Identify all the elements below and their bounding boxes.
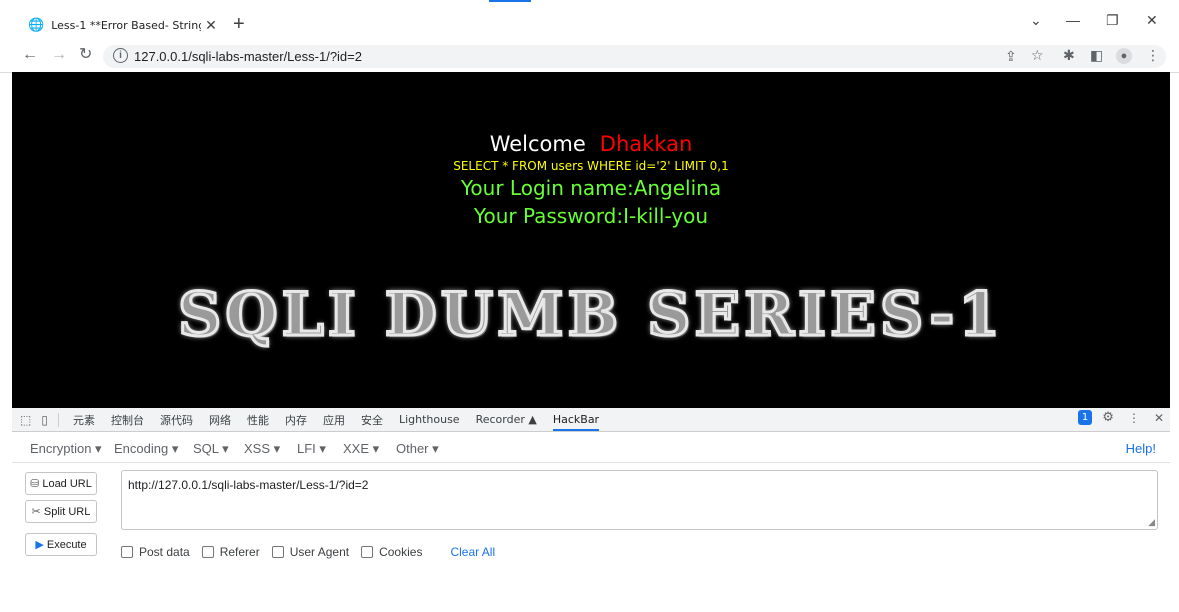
devtools-more-icon[interactable]: ⋮ xyxy=(1128,411,1140,425)
forward-icon[interactable]: → xyxy=(51,47,67,63)
browser-toolbar: ← → ↻ i 127.0.0.1/sqli-labs-master/Less-… xyxy=(0,40,1179,73)
tab-application[interactable]: 应用 xyxy=(323,412,345,428)
login-name: Your Login name:Angelina xyxy=(460,176,722,200)
devtools-close-icon[interactable]: ✕ xyxy=(1154,411,1164,425)
devtools-tabbar: ⬚ ▯ 元素 控制台 源代码 网络 性能 内存 应用 安全 Lighthouse… xyxy=(12,408,1170,432)
post-data-checkbox[interactable] xyxy=(121,546,133,558)
tab-title: Less-1 **Error Based- String** xyxy=(51,18,201,32)
execute-label: Execute xyxy=(46,538,87,551)
welcome-text: Welcome xyxy=(489,132,586,156)
reload-icon[interactable]: ↻ xyxy=(79,47,92,63)
hackbar-options: Post data Referer User Agent Cookies Cle… xyxy=(121,545,495,559)
inspect-element-icon[interactable]: ⬚ xyxy=(20,413,31,427)
execute-button[interactable]: ▶ Execute xyxy=(25,533,97,556)
clear-all-link[interactable]: Clear All xyxy=(450,545,495,559)
sql-query: SELECT * FROM users WHERE id='2' LIMIT 0… xyxy=(453,159,729,173)
referer-label: Referer xyxy=(219,545,260,559)
side-panel-icon[interactable]: ◧ xyxy=(1090,47,1103,64)
load-icon: ⛁ xyxy=(30,478,40,490)
tab-memory[interactable]: 内存 xyxy=(285,412,307,428)
menu-xxe[interactable]: XXE ▾ xyxy=(343,441,379,457)
cookies-label: Cookies xyxy=(379,545,423,559)
load-url-button[interactable]: ⛁ Load URL xyxy=(25,472,97,495)
hackbar-menu: Encryption ▾ Encoding ▾ SQL ▾ XSS ▾ LFI … xyxy=(12,432,1170,463)
welcome-line: Welcome Dhakkan xyxy=(12,132,1170,156)
page-content: Welcome Dhakkan SELECT * FROM users WHERE… xyxy=(12,72,1170,408)
address-url[interactable]: 127.0.0.1/sqli-labs-master/Less-1/?id=2 xyxy=(134,49,362,64)
extensions-icon[interactable]: ✱ xyxy=(1063,47,1075,64)
url-textarea-value[interactable]: http://127.0.0.1/sqli-labs-master/Less-1… xyxy=(128,478,368,492)
divider xyxy=(57,412,59,427)
tab-elements[interactable]: 元素 xyxy=(73,412,95,428)
loading-indicator xyxy=(489,0,531,2)
info-icon[interactable]: i xyxy=(113,48,128,63)
new-tab-button[interactable]: + xyxy=(233,14,245,34)
user-agent-option[interactable]: User Agent xyxy=(271,545,350,559)
window-close-icon[interactable]: ✕ xyxy=(1146,12,1158,29)
tab-recorder[interactable]: Recorder ▲ xyxy=(476,413,537,426)
address-bar[interactable]: i 127.0.0.1/sqli-labs-master/Less-1/?id=… xyxy=(103,45,1166,68)
scissors-icon: ✂ xyxy=(31,506,41,518)
restore-icon[interactable]: ❐ xyxy=(1106,12,1119,29)
globe-icon: 🌐 xyxy=(28,17,45,32)
more-menu-icon[interactable]: ⋮ xyxy=(1146,47,1160,64)
referer-option[interactable]: Referer xyxy=(201,545,260,559)
load-url-label: Load URL xyxy=(42,477,92,490)
close-tab-icon[interactable]: ✕ xyxy=(201,17,221,34)
tab-lighthouse[interactable]: Lighthouse xyxy=(399,413,460,426)
resize-handle-icon[interactable]: ◢ xyxy=(1148,517,1155,528)
play-icon: ▶ xyxy=(35,539,44,551)
menu-encoding[interactable]: Encoding ▾ xyxy=(114,441,178,457)
tab-search-icon[interactable]: ⌄ xyxy=(1030,12,1042,29)
cookies-option[interactable]: Cookies xyxy=(361,545,422,559)
profile-avatar-icon[interactable]: ● xyxy=(1116,48,1132,64)
browser-tab[interactable]: 🌐 Less-1 **Error Based- String** ✕ xyxy=(12,10,225,40)
back-icon[interactable]: ← xyxy=(22,47,38,63)
referer-checkbox[interactable] xyxy=(201,546,214,558)
menu-xss[interactable]: XSS ▾ xyxy=(244,441,280,457)
bookmark-star-icon[interactable]: ☆ xyxy=(1031,47,1044,64)
user-agent-checkbox[interactable] xyxy=(271,546,284,558)
menu-sql[interactable]: SQL ▾ xyxy=(193,441,229,457)
tab-hackbar[interactable]: HackBar xyxy=(552,408,600,431)
issues-badge[interactable]: 1 xyxy=(1077,410,1093,425)
tab-network[interactable]: 网络 xyxy=(209,412,231,428)
tab-performance[interactable]: 性能 xyxy=(247,412,269,428)
url-textarea[interactable]: http://127.0.0.1/sqli-labs-master/Less-1… xyxy=(121,470,1158,530)
password-line: Your Password:I-kill-you xyxy=(473,204,709,228)
user-name: Dhakkan xyxy=(599,132,693,156)
split-url-label: Split URL xyxy=(43,505,91,518)
user-agent-label: User Agent xyxy=(289,545,350,559)
tab-console[interactable]: 控制台 xyxy=(111,412,144,428)
tab-strip: 🌐 Less-1 **Error Based- String** ✕ + ⌄ —… xyxy=(0,0,1179,40)
tab-security[interactable]: 安全 xyxy=(361,412,383,428)
settings-gear-icon[interactable]: ⚙ xyxy=(1102,410,1114,425)
share-icon[interactable]: ⇪ xyxy=(1005,48,1017,65)
cookies-checkbox[interactable] xyxy=(361,546,374,558)
devtools-controls: 1 ⚙ ⋮ ✕ xyxy=(1077,410,1164,425)
post-data-label: Post data xyxy=(139,545,190,559)
tab-sources[interactable]: 源代码 xyxy=(160,412,193,428)
menu-lfi[interactable]: LFI ▾ xyxy=(297,441,326,457)
minimize-icon[interactable]: — xyxy=(1066,12,1080,28)
menu-other[interactable]: Other ▾ xyxy=(396,441,439,457)
split-url-button[interactable]: ✂ Split URL xyxy=(25,500,97,523)
post-data-option[interactable]: Post data xyxy=(121,545,190,559)
sqli-banner-logo: SQLI DUMB SERIES-1 xyxy=(176,279,1004,352)
menu-encryption[interactable]: Encryption ▾ xyxy=(30,441,102,457)
help-link[interactable]: Help! xyxy=(1126,441,1156,456)
device-toolbar-icon[interactable]: ▯ xyxy=(41,413,48,427)
